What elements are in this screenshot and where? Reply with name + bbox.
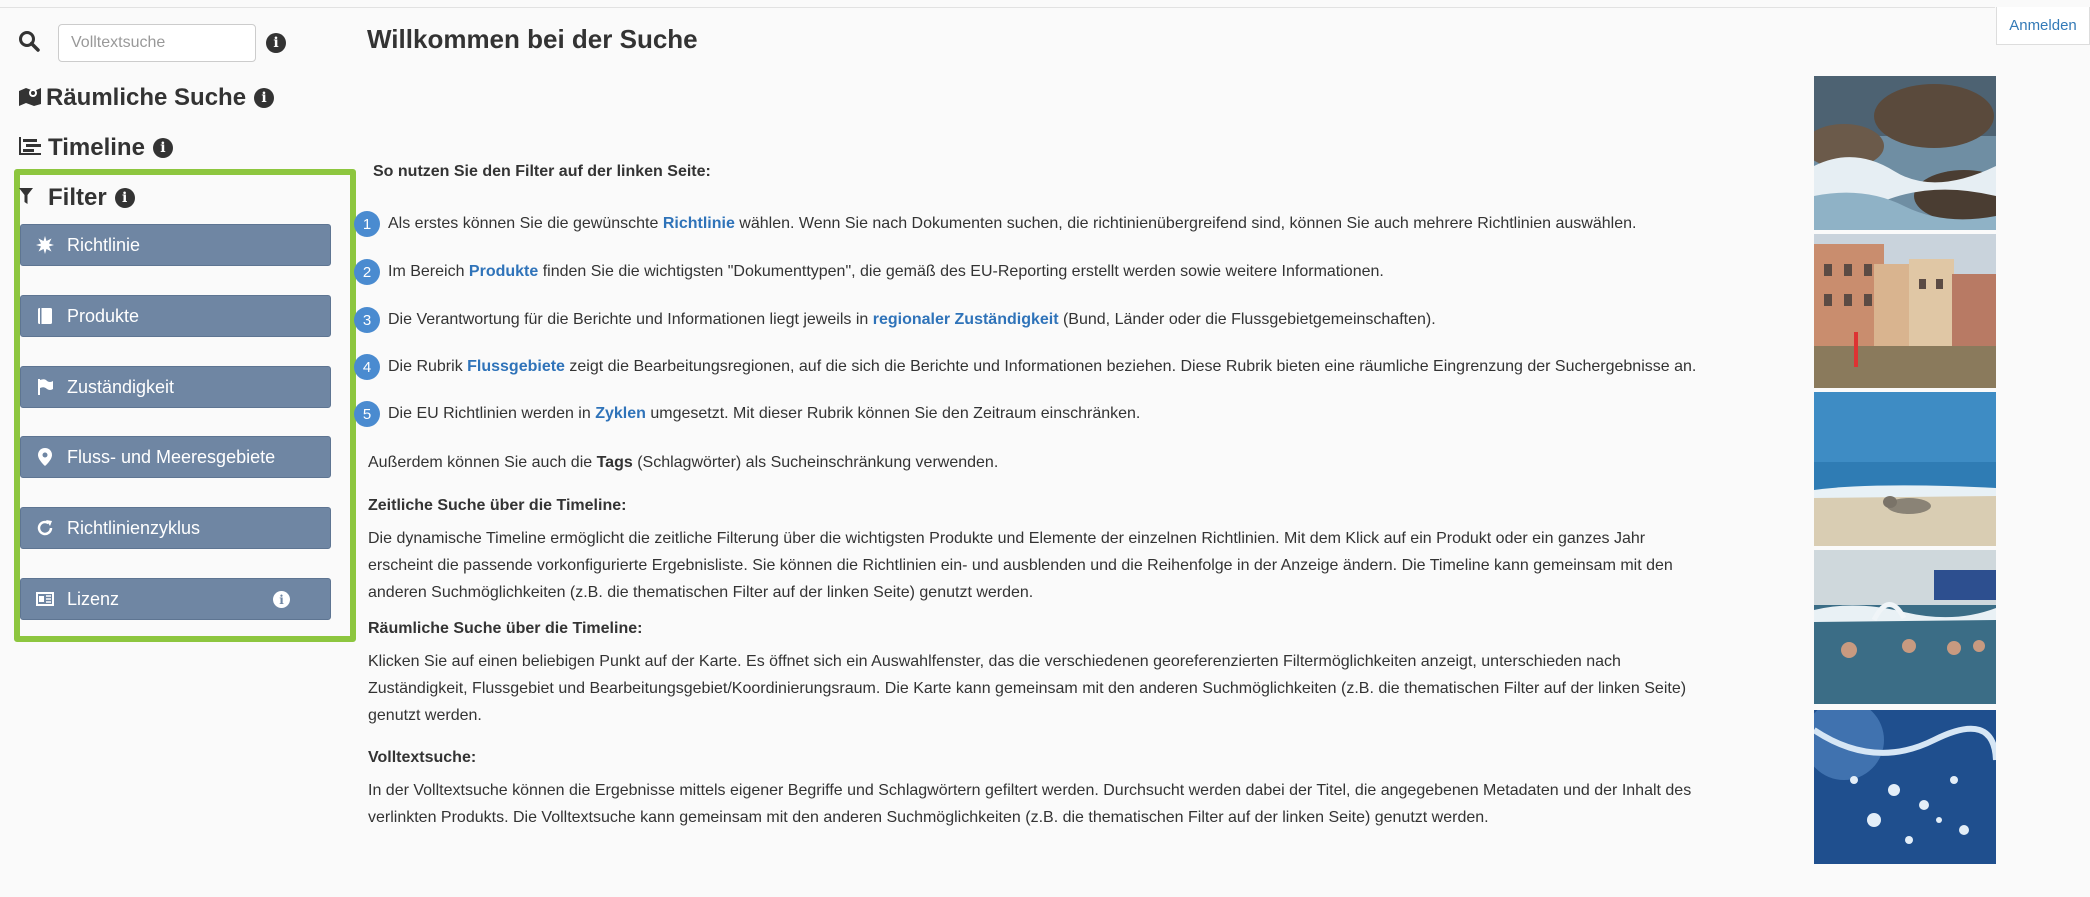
instruction-step: 2 Im Bereich Produkte finden Sie die wic… — [354, 259, 1384, 285]
timeline-info-icon[interactable]: i — [152, 138, 173, 158]
filter-info-icon[interactable]: i — [114, 188, 135, 208]
tags-hint: Außerdem können Sie auch die Tags (Schla… — [368, 454, 999, 471]
filter-button-zustaendigkeit[interactable]: Zuständigkeit — [20, 366, 331, 408]
license-icon — [35, 591, 55, 607]
step-keyword: Produkte — [468, 263, 539, 280]
photo-swimmers — [1814, 550, 1996, 704]
spatial-search-link[interactable]: Räumliche Suche i — [18, 84, 275, 112]
section-heading-spatial: Räumliche Suche über die Timeline: — [368, 620, 643, 637]
section-heading-fulltext: Volltextsuche: — [368, 749, 477, 766]
instruction-step: 5 Die EU Richtlinien werden in Zyklen um… — [354, 401, 1140, 427]
filter-label: Filter — [48, 184, 107, 211]
map-icon — [18, 85, 42, 112]
book-icon — [35, 307, 55, 325]
step-keyword: Flussgebiete — [467, 358, 565, 375]
step-keyword: regionaler Zuständigkeit — [872, 311, 1059, 328]
instruction-step: 3 Die Verantwortung für die Berichte und… — [354, 307, 1436, 333]
step-text: Die Rubrik Flussgebiete zeigt die Bearbe… — [388, 358, 1697, 375]
section-text-fulltext: In der Volltextsuche können die Ergebnis… — [368, 782, 1692, 826]
step-keyword: Zyklen — [595, 405, 646, 422]
photo-flooded-street — [1814, 234, 1996, 388]
page-title: Willkommen bei der Suche — [367, 24, 698, 54]
step-text: Die EU Richtlinien werden in Zyklen umge… — [388, 405, 1141, 422]
section-text-timeline: Die dynamische Timeline ermöglicht die z… — [368, 530, 1673, 601]
step-number-badge: 3 — [354, 307, 380, 333]
step-text: Die Verantwortung für die Berichte und I… — [388, 311, 1436, 328]
search-icon[interactable] — [18, 30, 40, 57]
timeline-link[interactable]: Timeline i — [18, 134, 173, 162]
filter-button-label: Lizenz — [67, 588, 120, 609]
search-input[interactable] — [58, 24, 256, 62]
timeline-label: Timeline — [48, 134, 145, 161]
step-number-badge: 2 — [354, 259, 380, 285]
tags-keyword: Tags — [596, 454, 633, 471]
photo-water-splash — [1814, 710, 1996, 864]
timeline-icon — [18, 136, 42, 161]
filter-button-produkte[interactable]: Produkte — [20, 295, 331, 337]
section-text-spatial: Klicken Sie auf einen beliebigen Punkt a… — [368, 653, 1687, 724]
filter-button-fluss-meeresgebiete[interactable]: Fluss- und Meeresgebiete — [20, 436, 331, 478]
flag-icon — [35, 378, 55, 396]
filter-header: Filter i — [18, 184, 135, 212]
step-number-badge: 5 — [354, 401, 380, 427]
step-text: Als erstes können Sie die gewünschte Ric… — [388, 215, 1637, 232]
refresh-icon — [35, 519, 55, 537]
photo-river-rocks — [1814, 76, 1996, 230]
filter-button-richtlinie[interactable]: Richtlinie — [20, 224, 331, 266]
instruction-step: 4 Die Rubrik Flussgebiete zeigt die Bear… — [354, 354, 1696, 380]
search-info-icon[interactable]: i — [266, 33, 286, 53]
instruction-step: 1 Als erstes können Sie die gewünschte R… — [354, 211, 1636, 237]
intro-heading: So nutzen Sie den Filter auf der linken … — [373, 163, 711, 180]
spatial-info-icon[interactable]: i — [254, 88, 275, 108]
step-number-badge: 4 — [354, 354, 380, 380]
filter-button-label: Fluss- und Meeresgebiete — [67, 446, 276, 467]
filter-button-richtlinienzyklus[interactable]: Richtlinienzyklus — [20, 507, 331, 549]
section-heading-timeline: Zeitliche Suche über die Timeline: — [368, 497, 627, 514]
filter-button-label: Zuständigkeit — [67, 376, 175, 397]
map-marker-icon — [35, 448, 55, 466]
header-divider — [0, 7, 1995, 8]
step-text: Im Bereich Produkte finden Sie die wicht… — [388, 263, 1384, 280]
funnel-icon — [18, 186, 34, 211]
step-number-badge: 1 — [354, 211, 380, 237]
filter-button-label: Produkte — [67, 305, 140, 326]
search-row: i — [18, 24, 286, 62]
filter-button-lizenz[interactable]: Lizenz i — [20, 578, 331, 620]
lizenz-info-icon[interactable]: i — [273, 591, 290, 608]
step-keyword: Richtlinie — [662, 215, 735, 232]
login-button[interactable]: Anmelden — [1996, 7, 2090, 45]
photo-seal-beach — [1814, 392, 1996, 546]
filter-button-label: Richtlinienzyklus — [67, 517, 201, 538]
gear-burst-icon — [35, 236, 55, 254]
spatial-search-label: Räumliche Suche — [46, 84, 247, 111]
filter-button-label: Richtlinie — [67, 234, 141, 255]
